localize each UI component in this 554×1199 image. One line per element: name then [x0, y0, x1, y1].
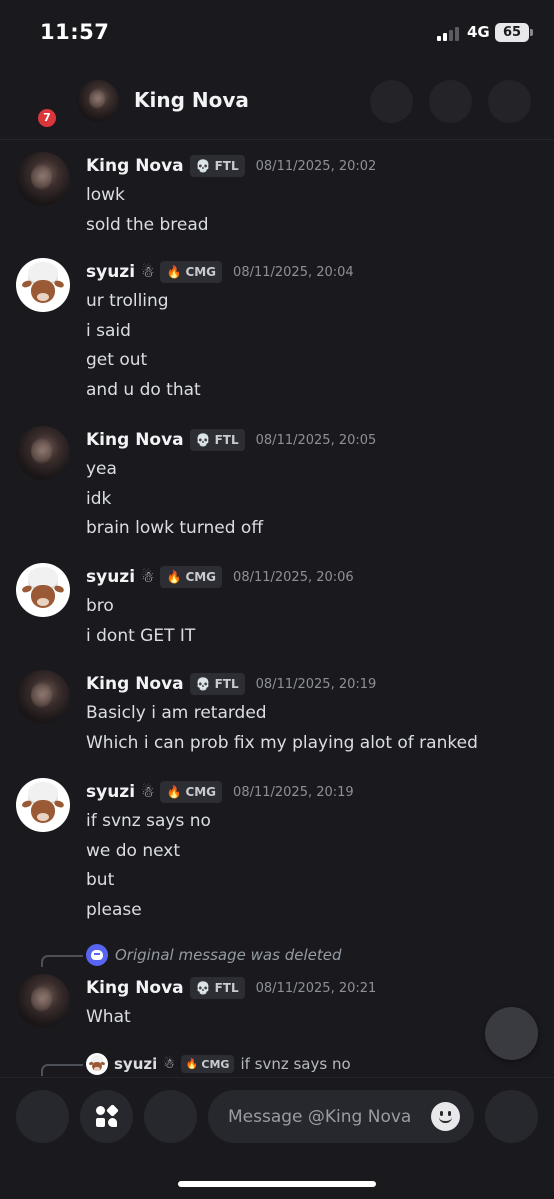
timestamp: 08/11/2025, 20:06	[233, 569, 354, 585]
avatar[interactable]	[16, 778, 70, 832]
voice-call-button[interactable]	[370, 80, 413, 123]
unread-badge[interactable]: 7	[36, 107, 58, 129]
guild-tag: 🔥 CMG	[180, 1055, 235, 1073]
skull-icon: 💀	[195, 159, 211, 173]
status-time: 11:57	[40, 20, 110, 44]
username[interactable]: syuzi	[86, 262, 135, 282]
dm-title[interactable]: King Nova	[134, 88, 249, 112]
message-line[interactable]: get out	[86, 349, 201, 379]
guild-tag[interactable]: 💀 FTL	[189, 673, 245, 695]
message-input-field[interactable]	[208, 1090, 474, 1143]
video-call-button[interactable]	[429, 80, 472, 123]
reply-connector	[41, 955, 83, 967]
message-line[interactable]: and u do that	[86, 379, 201, 409]
timestamp: 08/11/2025, 20:04	[233, 264, 354, 280]
add-attachment-button[interactable]	[16, 1090, 69, 1143]
avatar[interactable]	[16, 258, 70, 312]
message-line[interactable]: if svnz says no	[86, 810, 211, 840]
username[interactable]: King Nova	[86, 674, 184, 694]
guild-tag[interactable]: 🔥 CMG	[160, 261, 223, 283]
username[interactable]: syuzi	[86, 782, 135, 802]
message-line[interactable]: What	[86, 1006, 131, 1036]
message-line[interactable]: yea	[86, 458, 263, 488]
header-avatar[interactable]	[77, 80, 119, 122]
message-line[interactable]: lowk	[86, 184, 209, 214]
timestamp: 08/11/2025, 20:05	[255, 432, 377, 448]
flame-icon: 🔥	[166, 570, 182, 584]
signal-icon	[437, 26, 463, 41]
avatar[interactable]	[16, 152, 70, 206]
message-line[interactable]: Basicly i am retarded	[86, 702, 478, 732]
message-line[interactable]: but	[86, 869, 211, 899]
message-line[interactable]: ur trolling	[86, 290, 201, 320]
skull-icon: 💀	[195, 981, 211, 995]
username[interactable]: King Nova	[86, 430, 184, 450]
discord-icon	[86, 944, 108, 966]
message-line[interactable]: brain lowk turned off	[86, 517, 263, 547]
avatar[interactable]	[16, 563, 70, 617]
message-line[interactable]: Which i can prob fix my playing alot of …	[86, 732, 478, 762]
timestamp: 08/11/2025, 20:21	[255, 980, 377, 996]
message-input[interactable]	[228, 1090, 428, 1143]
snowman-icon: ☃	[141, 263, 155, 281]
guild-tag[interactable]: 🔥 CMG	[160, 781, 223, 803]
guild-tag[interactable]: 💀 FTL	[189, 429, 245, 451]
avatar	[86, 1053, 108, 1075]
flame-icon: 🔥	[166, 265, 182, 279]
reply-author: syuzi	[114, 1055, 158, 1073]
reply-excerpt: if svnz says no	[240, 1055, 351, 1073]
home-indicator[interactable]	[178, 1181, 376, 1187]
flame-icon: 🔥	[185, 1058, 199, 1070]
reply-connector	[41, 1064, 83, 1076]
message-line[interactable]: sold the bread	[86, 214, 209, 244]
battery-level: 65	[495, 23, 529, 42]
message-line[interactable]: i said	[86, 320, 201, 350]
snowman-icon: ☃	[163, 1056, 175, 1072]
jump-button[interactable]	[485, 1007, 538, 1060]
avatar[interactable]	[16, 670, 70, 724]
apps-button[interactable]	[80, 1090, 133, 1143]
message-line[interactable]: we do next	[86, 840, 211, 870]
message-line[interactable]: idk	[86, 488, 263, 518]
guild-tag[interactable]: 💀 FTL	[189, 155, 245, 177]
dm-header: 7 King Nova	[0, 66, 554, 140]
guild-tag[interactable]: 💀 FTL	[189, 977, 245, 999]
voice-message-button[interactable]	[485, 1090, 538, 1143]
emoji-icon[interactable]	[431, 1102, 460, 1131]
gift-button[interactable]	[144, 1090, 197, 1143]
username[interactable]: King Nova	[86, 978, 184, 998]
apps-icon	[96, 1104, 119, 1127]
timestamp: 08/11/2025, 20:02	[255, 158, 377, 174]
snowman-icon: ☃	[141, 568, 155, 586]
timestamp: 08/11/2025, 20:19	[255, 676, 377, 692]
timestamp: 08/11/2025, 20:19	[233, 784, 354, 800]
snowman-icon: ☃	[141, 783, 155, 801]
message-line[interactable]: bro	[86, 595, 195, 625]
avatar[interactable]	[16, 974, 70, 1028]
username[interactable]: King Nova	[86, 156, 184, 176]
skull-icon: 💀	[195, 677, 211, 691]
guild-tag[interactable]: 🔥 CMG	[160, 566, 223, 588]
reply-reference[interactable]: Original message was deleted	[86, 944, 341, 966]
network-type: 4G	[467, 23, 490, 41]
flame-icon: 🔥	[166, 785, 182, 799]
message-line[interactable]: please	[86, 899, 211, 929]
avatar[interactable]	[16, 426, 70, 480]
reply-reference[interactable]: syuzi ☃ 🔥 CMG if svnz says no	[86, 1053, 351, 1075]
status-bar: 11:57 4G 65	[0, 0, 554, 66]
deleted-reply-text: Original message was deleted	[115, 946, 342, 964]
search-button[interactable]	[488, 80, 531, 123]
skull-icon: 💀	[195, 433, 211, 447]
username[interactable]: syuzi	[86, 567, 135, 587]
message-line[interactable]: i dont GET IT	[86, 625, 195, 655]
battery-icon	[530, 29, 533, 36]
